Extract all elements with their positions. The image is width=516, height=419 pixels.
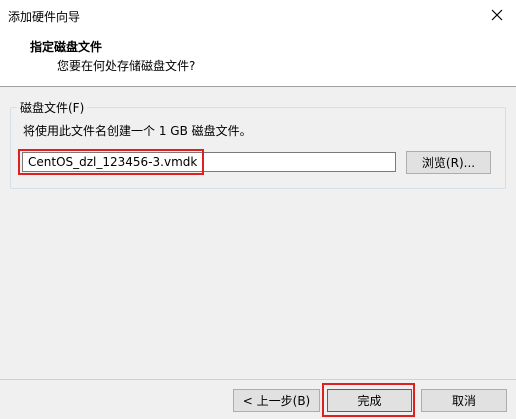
- close-icon: [491, 9, 503, 21]
- page-subtitle: 您要在何处存储磁盘文件?: [57, 59, 196, 73]
- title-bar: 添加硬件向导: [0, 0, 516, 30]
- footer-divider: [0, 379, 516, 380]
- cancel-button[interactable]: 取消: [421, 389, 507, 412]
- disk-file-group-label: 磁盘文件(F): [17, 99, 88, 116]
- page-title: 指定磁盘文件: [30, 40, 103, 54]
- disk-file-group: 磁盘文件(F) 将使用此文件名创建一个 1 GB 磁盘文件。: [10, 99, 506, 189]
- disk-file-name-input[interactable]: [22, 152, 396, 172]
- disk-file-description: 将使用此文件名创建一个 1 GB 磁盘文件。: [23, 124, 252, 138]
- browse-button[interactable]: 浏览(R)...: [406, 151, 491, 174]
- close-button[interactable]: [484, 2, 510, 28]
- finish-button[interactable]: 完成: [327, 389, 412, 412]
- back-button[interactable]: < 上一步(B): [233, 389, 320, 412]
- window-title: 添加硬件向导: [8, 10, 81, 24]
- wizard-header: 指定磁盘文件 您要在何处存储磁盘文件?: [0, 30, 516, 87]
